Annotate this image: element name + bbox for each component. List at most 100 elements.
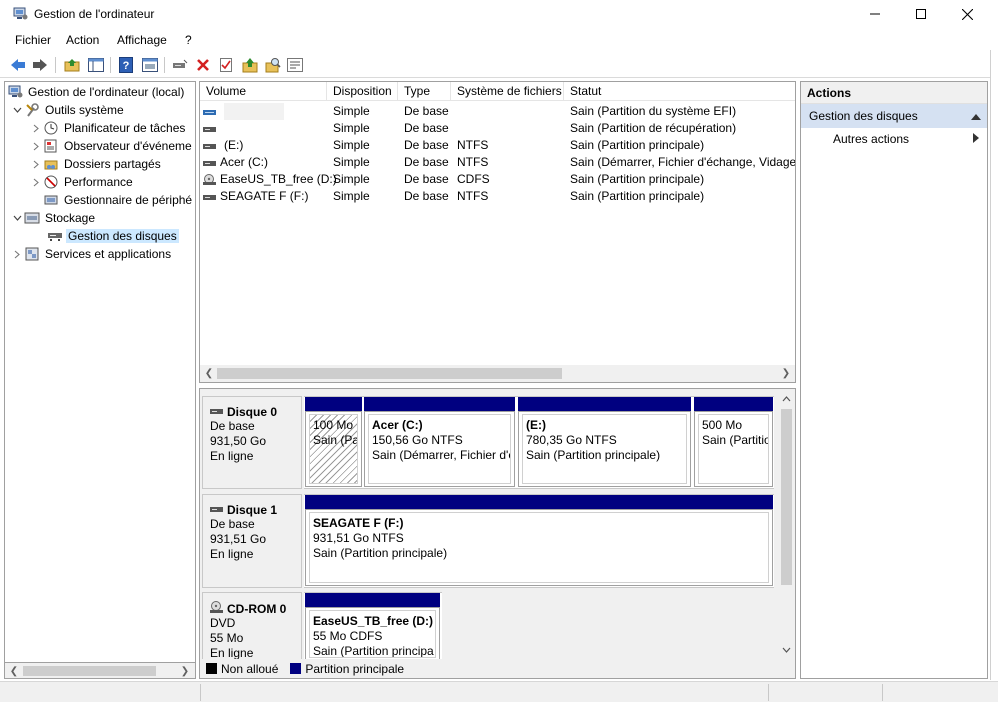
disk-icon — [210, 405, 224, 419]
scroll-right-icon[interactable]: ❯ — [179, 665, 191, 677]
scrollbar-thumb[interactable] — [23, 666, 156, 676]
cell-type: De base — [404, 172, 449, 186]
menu-affichage[interactable]: Affichage — [117, 33, 167, 47]
column-header-filesystem[interactable]: Système de fichiers — [451, 82, 564, 101]
tree-item-disk-management[interactable]: Gestion des disques — [47, 227, 179, 245]
disk-map: Disque 0 De base 931,50 Go En ligne 100 … — [199, 388, 796, 679]
cell-status: Sain (Partition principale) — [570, 189, 705, 203]
cell-filesystem: CDFS — [457, 172, 490, 186]
scroll-left-icon[interactable]: ❮ — [203, 367, 215, 379]
chevron-right-icon[interactable] — [29, 137, 43, 155]
up-folder-button[interactable] — [62, 55, 82, 75]
svg-text:?: ? — [123, 60, 130, 72]
partition-size: 931,51 Go NTFS — [313, 531, 404, 545]
tree-item-label: Stockage — [45, 211, 96, 225]
chevron-right-icon[interactable] — [29, 119, 43, 137]
scroll-left-icon[interactable]: ❮ — [8, 665, 20, 677]
cell-filesystem: NTFS — [457, 138, 489, 152]
close-button[interactable] — [944, 0, 990, 28]
back-button[interactable] — [8, 55, 28, 75]
table-row[interactable]: Acer (C:) Simple De base NTFS Sain (Déma… — [200, 154, 795, 171]
tree-item-event-viewer[interactable]: Observateur d'événeme — [29, 137, 194, 155]
partition-status: Sain (Pa — [313, 433, 358, 447]
properties-button[interactable] — [285, 55, 305, 75]
scroll-down-icon[interactable] — [780, 644, 792, 656]
cell-disposition: Simple — [333, 155, 370, 169]
properties-view-button[interactable] — [140, 55, 160, 75]
tree-horizontal-scrollbar[interactable]: ❮ ❯ — [4, 662, 196, 679]
up-arrow-button[interactable] — [240, 55, 260, 75]
partition-block[interactable]: Acer (C:) 150,56 Go NTFS Sain (Démarrer,… — [364, 397, 515, 487]
volume-list-horizontal-scrollbar[interactable]: ❮ ❯ — [200, 365, 795, 382]
collapse-up-icon[interactable] — [971, 104, 981, 128]
scrollbar-thumb[interactable] — [217, 368, 562, 379]
delete-button[interactable] — [193, 55, 213, 75]
help-button[interactable]: ? — [116, 55, 136, 75]
action-more-actions[interactable]: Autres actions — [801, 128, 987, 150]
disk-name: CD-ROM 0 — [210, 601, 301, 616]
status-bar — [0, 681, 998, 702]
tree-item-system-tools[interactable]: Outils système — [10, 101, 126, 119]
chevron-down-icon[interactable] — [10, 101, 24, 119]
table-row[interactable]: (E:) Simple De base NTFS Sain (Partition… — [200, 137, 795, 154]
connect-drive-button[interactable] — [170, 55, 190, 75]
scroll-right-icon[interactable]: ❯ — [780, 367, 792, 379]
tree-item-storage[interactable]: Stockage — [10, 209, 97, 227]
chevron-right-icon[interactable] — [10, 245, 24, 263]
disk-1-label[interactable]: Disque 1 De base 931,51 Go En ligne — [202, 494, 302, 588]
column-header-status[interactable]: Statut — [564, 82, 795, 101]
menu-fichier[interactable]: Fichier — [15, 33, 51, 47]
show-hide-tree-button[interactable] — [86, 55, 106, 75]
maximize-button[interactable] — [898, 0, 944, 28]
disk-1-partitions: SEAGATE F (F:) 931,51 Go NTFS Sain (Part… — [304, 494, 774, 588]
column-header-type[interactable]: Type — [398, 82, 451, 101]
actions-header: Actions — [801, 82, 987, 104]
partition-block[interactable]: SEAGATE F (F:) 931,51 Go NTFS Sain (Part… — [305, 495, 773, 586]
table-row[interactable]: Simple De base Sain (Partition de récupé… — [200, 120, 795, 137]
table-row[interactable]: EaseUS_TB_free (D:) Simple De base CDFS … — [200, 171, 795, 188]
cell-disposition: Simple — [333, 189, 370, 203]
chevron-down-icon[interactable] — [10, 209, 24, 227]
column-header-disposition[interactable]: Disposition — [327, 82, 398, 101]
partition-block[interactable]: (E:) 780,35 Go NTFS Sain (Partition prin… — [518, 397, 691, 487]
tree-item-performance[interactable]: Performance — [29, 173, 135, 191]
navigation-tree: Gestion de l'ordinateur (local) Outils s… — [4, 81, 196, 679]
scrollbar-thumb[interactable] — [781, 409, 792, 585]
disk-0-partitions: 100 Mo Sain (Pa Acer (C:) 150,56 Go NTFS… — [304, 396, 774, 489]
chevron-right-icon[interactable] — [29, 173, 43, 191]
tree-item-services-applications[interactable]: Services et applications — [10, 245, 173, 263]
partition-name: EaseUS_TB_free (D:) — [313, 614, 434, 628]
check-icon — [220, 58, 232, 72]
partition-block[interactable]: 500 Mo Sain (Partitio — [694, 397, 773, 487]
disk-map-vertical-scrollbar[interactable] — [778, 391, 795, 659]
forward-button[interactable] — [30, 55, 50, 75]
minimize-button[interactable] — [852, 0, 898, 28]
check-button[interactable] — [216, 55, 236, 75]
tree-item-device-manager[interactable]: Gestionnaire de périphé — [43, 191, 194, 209]
clock-icon — [43, 120, 59, 136]
scroll-up-icon[interactable] — [780, 393, 792, 405]
tree-item-shared-folders[interactable]: Dossiers partagés — [29, 155, 163, 173]
table-row[interactable]: Simple De base Sain (Partition du systèm… — [200, 103, 795, 120]
table-row[interactable]: SEAGATE F (F:) Simple De base NTFS Sain … — [200, 188, 795, 205]
toolbar: ? — [0, 52, 990, 78]
tree-item-computer-management[interactable]: Gestion de l'ordinateur (local) — [7, 83, 186, 101]
menu-help[interactable]: ? — [185, 33, 192, 47]
menu-action[interactable]: Action — [66, 33, 99, 47]
disk-0-label[interactable]: Disque 0 De base 931,50 Go En ligne — [202, 396, 302, 489]
tree-item-task-scheduler[interactable]: Planificateur de tâches — [29, 119, 187, 137]
disk-size: 931,50 Go — [210, 434, 267, 448]
search-folder-icon — [265, 58, 281, 73]
cdrom-0-label[interactable]: CD-ROM 0 DVD 55 Mo En ligne — [202, 592, 302, 660]
tools-icon — [24, 102, 40, 118]
delete-icon — [197, 59, 209, 71]
properties-view-icon — [142, 58, 158, 72]
chevron-right-icon[interactable] — [29, 155, 43, 173]
tree-item-label: Gestionnaire de périphé — [64, 193, 193, 207]
column-header-volume[interactable]: Volume — [200, 82, 327, 101]
partition-block[interactable]: 100 Mo Sain (Pa — [305, 397, 362, 487]
search-folder-button[interactable] — [263, 55, 283, 75]
actions-section-disk-management[interactable]: Gestion des disques — [801, 104, 987, 128]
partition-block[interactable]: EaseUS_TB_free (D:) 55 Mo CDFS Sain (Par… — [305, 593, 440, 661]
connect-drive-icon — [173, 59, 188, 68]
